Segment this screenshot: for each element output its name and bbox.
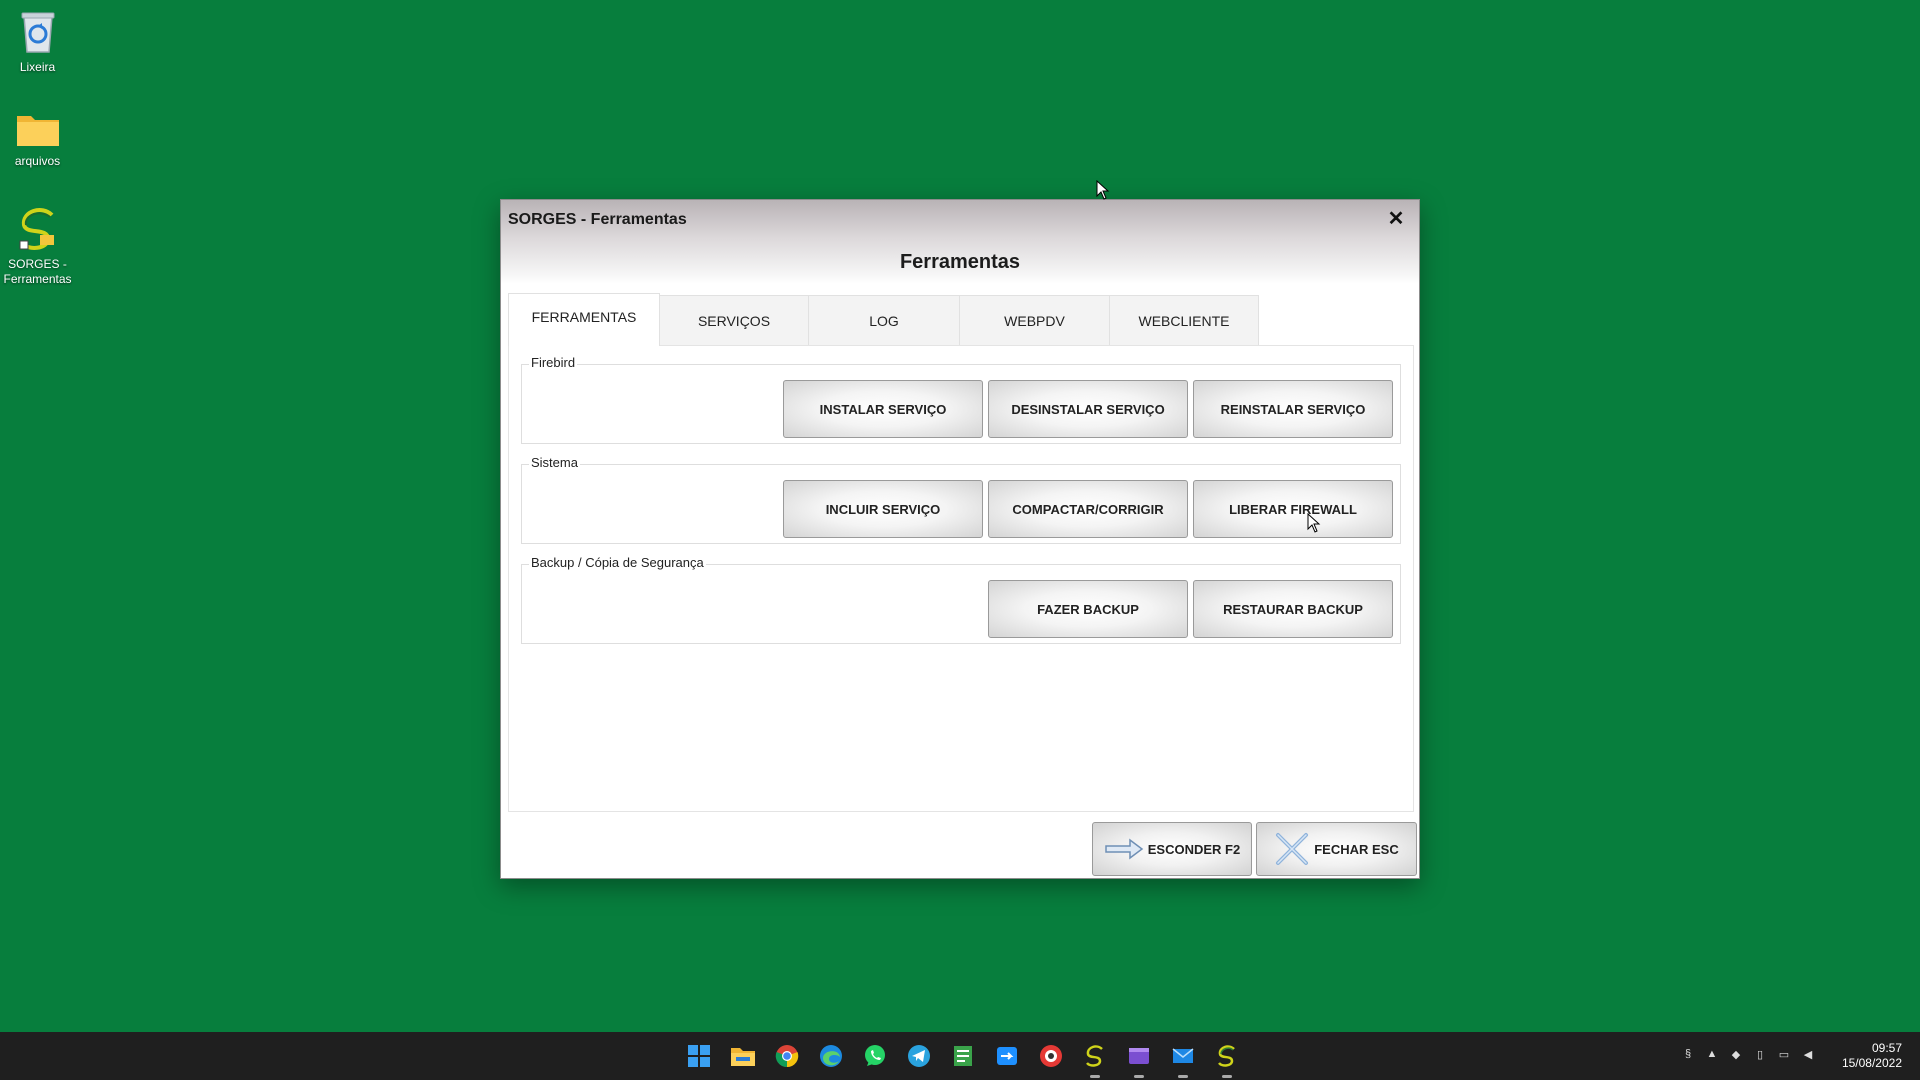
close-x-icon <box>1276 833 1309 865</box>
mouse-cursor-icon <box>1307 513 1321 533</box>
close-icon[interactable]: ✕ <box>1385 208 1407 230</box>
tab-bar: FERRAMENTAS SERVIÇOS LOG WEBPDV WEBCLIEN… <box>508 293 1259 346</box>
start-icon[interactable] <box>683 1040 715 1072</box>
group-title: Firebird <box>529 355 578 370</box>
reinstalar-servico-button[interactable]: REINSTALAR SERVIÇO <box>1193 380 1393 438</box>
desktop-icon-recycle-bin[interactable]: Lixeira <box>0 8 75 75</box>
sorges-window: SORGES - Ferramentas ✕ Ferramentas FERRA… <box>500 199 1420 879</box>
tab-servicos[interactable]: SERVIÇOS <box>659 295 809 345</box>
sorges-logo-icon <box>19 208 54 250</box>
compactar-corrigir-button[interactable]: COMPACTAR/CORRIGIR <box>988 480 1188 538</box>
sorges-tools-icon[interactable] <box>1211 1040 1243 1078</box>
tab-webcliente[interactable]: WEBCLIENTE <box>1109 295 1259 345</box>
file-explorer-icon[interactable] <box>727 1040 759 1072</box>
esconder-label: ESCONDER F2 <box>1147 841 1241 857</box>
edge-icon[interactable] <box>815 1040 847 1072</box>
instalar-servico-button[interactable]: INSTALAR SERVIÇO <box>783 380 983 438</box>
notepad-icon[interactable] <box>947 1040 979 1072</box>
desktop-icon-arquivos[interactable]: arquivos <box>0 110 75 169</box>
mail-icon[interactable] <box>1167 1040 1199 1078</box>
window-titlebar[interactable]: SORGES - Ferramentas ✕ Ferramentas <box>501 200 1419 284</box>
group-title: Sistema <box>529 455 580 470</box>
desktop-icon-sorges-ferramentas[interactable]: SORGES - Ferramentas <box>0 205 75 287</box>
taskbar-clock[interactable]: 09:57 15/08/2022 <box>1842 1041 1902 1071</box>
folder-icon <box>16 116 59 146</box>
taskbar-apps <box>683 1032 1243 1080</box>
page-title: Ferramentas <box>899 251 1021 273</box>
clock-date: 15/08/2022 <box>1841 1056 1902 1070</box>
media-icon[interactable] <box>1123 1040 1155 1078</box>
monitor-icon[interactable]: ▭ <box>1776 1046 1792 1062</box>
recycle-bin-icon <box>21 12 54 53</box>
tab-ferramentas[interactable]: FERRAMENTAS <box>508 293 660 346</box>
fechar-button[interactable]: FECHAR ESC <box>1256 822 1417 876</box>
window-title: SORGES - Ferramentas <box>508 211 687 228</box>
tab-log[interactable]: LOG <box>808 295 960 345</box>
liberar-firewall-button[interactable]: LIBERAR FIREWALL <box>1193 480 1393 538</box>
fechar-label: FECHAR ESC <box>1314 841 1399 857</box>
desktop-icon-label: SORGES - Ferramentas <box>3 257 72 286</box>
sorges-icon[interactable] <box>1079 1040 1111 1078</box>
arrow-right-icon <box>1105 838 1144 860</box>
desktop-icon-label: Lixeira <box>19 60 56 74</box>
desktop-icon-label: arquivos <box>14 154 61 168</box>
tab-webpdv[interactable]: WEBPDV <box>959 295 1110 345</box>
group-backup: Backup / Cópia de Segurança FAZER BACKUP… <box>521 555 1401 644</box>
clock-time: 09:57 <box>1871 1041 1902 1055</box>
network-share-icon[interactable]: ▲ <box>1704 1046 1720 1062</box>
chrome-icon[interactable] <box>771 1040 803 1072</box>
group-title: Backup / Cópia de Segurança <box>529 555 706 570</box>
esconder-button[interactable]: ESCONDER F2 <box>1092 822 1252 876</box>
fazer-backup-button[interactable]: FAZER BACKUP <box>988 580 1188 638</box>
group-firebird: Firebird INSTALAR SERVIÇO DESINSTALAR SE… <box>521 355 1401 444</box>
taskbar: § ▲ ◆ ▯ ▭ ◀ 09:57 15/08/2022 <box>0 1032 1920 1080</box>
telegram-icon[interactable] <box>903 1040 935 1072</box>
tab-panel-ferramentas: Firebird INSTALAR SERVIÇO DESINSTALAR SE… <box>508 345 1414 812</box>
battery-icon[interactable]: ▯ <box>1752 1046 1768 1062</box>
group-sistema: Sistema INCLUIR SERVIÇO COMPACTAR/CORRIG… <box>521 455 1401 544</box>
whatsapp-icon[interactable] <box>859 1040 891 1072</box>
app-circle-icon[interactable] <box>1035 1040 1067 1072</box>
incluir-servico-button[interactable]: INCLUIR SERVIÇO <box>783 480 983 538</box>
restaurar-backup-button[interactable]: RESTAURAR BACKUP <box>1193 580 1393 638</box>
desinstalar-servico-button[interactable]: DESINSTALAR SERVIÇO <box>988 380 1188 438</box>
system-tray: § ▲ ◆ ▯ ▭ ◀ <box>1680 1046 1816 1062</box>
mouse-cursor-icon <box>1096 180 1110 200</box>
shield-icon[interactable]: ◆ <box>1728 1046 1744 1062</box>
sorges-tray-icon[interactable]: § <box>1680 1046 1696 1062</box>
volume-icon[interactable]: ◀ <box>1800 1046 1816 1062</box>
remote-access-icon[interactable] <box>991 1040 1023 1072</box>
